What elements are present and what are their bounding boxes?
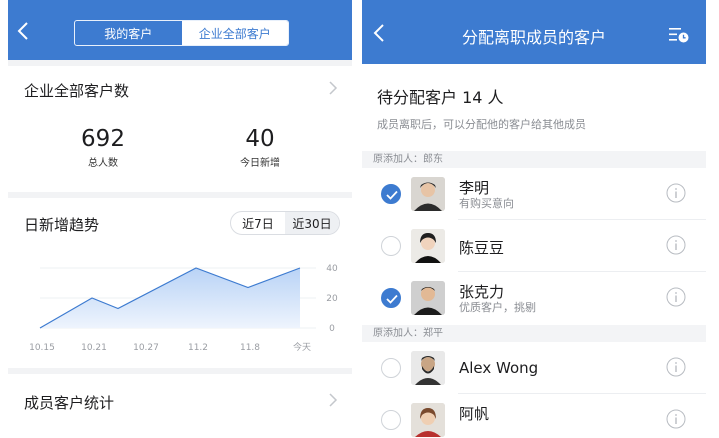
checkbox[interactable] [381,184,401,204]
x-tick-label: 11.8 [240,343,260,353]
pending-count: 待分配客户 14 人 [377,88,504,107]
screen: 我的客户 企业全部客户 企业全部客户数 692 总人数 40 今日新增 日新增趋… [0,0,719,438]
avatar [411,281,445,315]
tab-my-customers[interactable]: 我的客户 [75,21,182,45]
x-tick-label: 10.21 [81,343,107,353]
daily-trend-title: 日新增趋势 [24,216,100,234]
check-icon [386,190,398,200]
info-icon[interactable] [666,287,686,307]
y-tick-label: 40 [326,264,338,274]
info-icon[interactable] [666,183,686,203]
customer-scope-tabs: 我的客户 企业全部客户 [74,20,289,46]
enterprise-customers-panel: 我的客户 企业全部客户 企业全部客户数 692 总人数 40 今日新增 日新增趋… [8,0,352,438]
member-name: 阿帆 [459,405,490,423]
total-customers-title: 企业全部客户数 [24,82,130,100]
member-stats-title: 成员客户统计 [24,394,115,412]
group-header: 原添加人：郎东 [362,151,706,168]
y-tick-label: 0 [329,324,335,334]
x-tick-label: 10.15 [29,343,55,353]
y-tick-label: 20 [326,294,338,304]
pending-hint: 成员离职后，可以分配他的客户给其他成员 [377,118,586,131]
stat-today-new-value: 40 [245,126,275,152]
x-tick-label: 11.2 [188,343,208,353]
member-name: Alex Wong [459,359,539,377]
avatar [411,229,445,263]
list-item[interactable]: Alex Wong [362,342,706,394]
avatar [411,177,445,211]
range-30-days[interactable]: 近30日 [285,212,339,234]
trend-range-toggle: 近7日 近30日 [230,211,340,235]
x-tick-label: 今天 [293,341,311,353]
list-item[interactable]: 陈豆豆 [362,220,706,272]
back-arrow-icon[interactable] [370,22,390,44]
total-customers-card[interactable]: 企业全部客户数 692 总人数 40 今日新增 [8,66,352,192]
stat-total-label: 总人数 [88,158,118,169]
assign-departed-customers-panel: 分配离职成员的客户 待分配客户 14 人 成员离职后，可以分配他的客户给其他成员… [362,0,706,438]
daily-trend-card: 日新增趋势 近7日 近30日 40 20 0 10.15 10.21 10.27 11.2 1… [8,198,352,368]
chevron-right-icon [329,393,338,407]
range-7-days[interactable]: 近7日 [231,212,285,234]
member-name: 陈豆豆 [459,239,505,257]
avatar [411,351,445,385]
check-icon [386,294,398,304]
daily-trend-chart: 40 20 0 10.15 10.21 10.27 11.2 11.8 今天 [29,264,338,353]
checkbox[interactable] [381,236,401,256]
x-tick-label: 10.27 [133,343,159,353]
stat-today-new-label: 今日新增 [240,158,280,169]
list-item[interactable]: 张克力 优质客户，挑剔 [362,272,706,324]
group-header: 原添加人：郑平 [362,325,706,342]
list-item[interactable]: 阿帆 [362,394,706,438]
assign-history-icon[interactable] [668,26,690,44]
info-icon[interactable] [666,409,686,429]
stat-today-new: 40 今日新增 [200,126,320,169]
avatar [411,403,445,437]
chevron-right-icon [329,81,338,95]
checkbox[interactable] [381,358,401,378]
list-item[interactable]: 李明 有购买意向 [362,168,706,220]
member-customer-stats-card[interactable]: 成员客户统计 [8,374,352,438]
member-note: 有购买意向 [459,197,514,210]
stat-total: 692 总人数 [43,126,163,169]
tab-all-enterprise-customers[interactable]: 企业全部客户 [181,21,288,45]
page-title: 分配离职成员的客户 [461,28,606,47]
top-nav-bar: 分配离职成员的客户 [362,0,706,64]
checkbox[interactable] [381,288,401,308]
stat-total-value: 692 [81,126,125,152]
back-arrow-icon[interactable] [14,20,34,42]
top-nav-bar: 我的客户 企业全部客户 [8,0,352,60]
member-note: 优质客户，挑剔 [459,301,536,314]
info-icon[interactable] [666,357,686,377]
info-icon[interactable] [666,235,686,255]
checkbox[interactable] [381,410,401,430]
